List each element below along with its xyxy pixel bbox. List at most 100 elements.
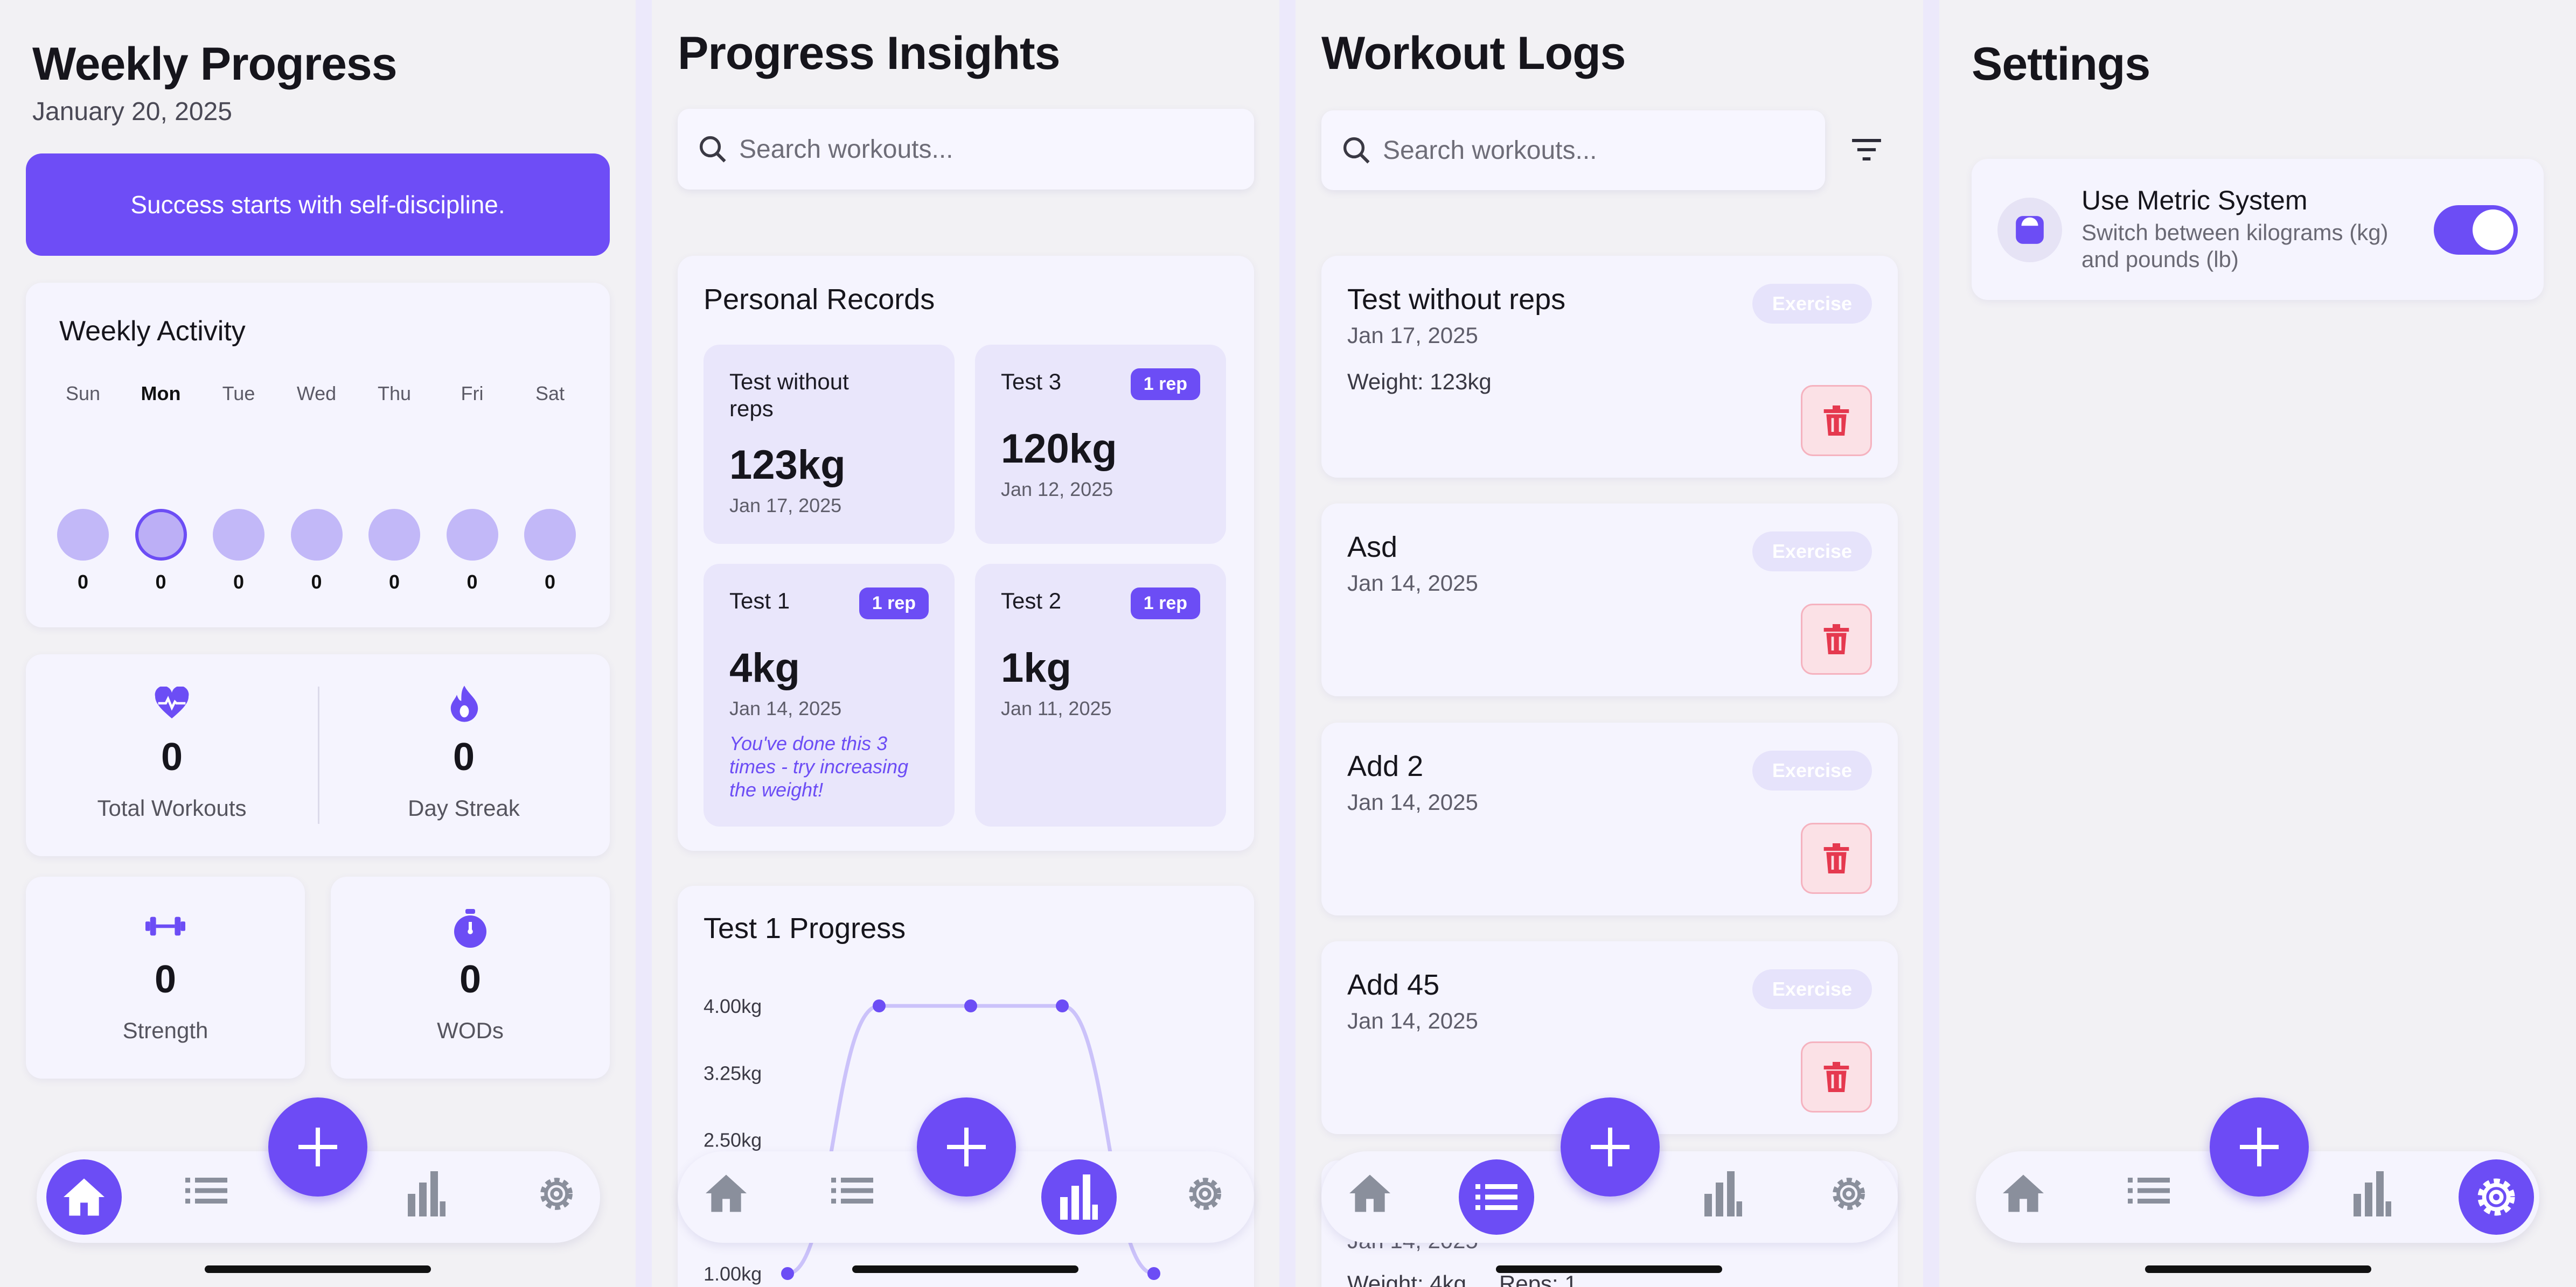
- data-point[interactable]: [873, 999, 886, 1012]
- record-card[interactable]: Test 2 1 rep 1kg Jan 11, 2025: [975, 564, 1226, 827]
- record-card[interactable]: Test 3 1 rep 120kg Jan 12, 2025: [975, 345, 1226, 544]
- record-card[interactable]: Test without reps 123kg Jan 17, 2025: [704, 345, 955, 544]
- delete-button[interactable]: [1801, 1041, 1872, 1113]
- day-count: 0: [467, 571, 478, 593]
- wods-label: WODs: [437, 1018, 504, 1043]
- trash-icon: [1823, 843, 1849, 873]
- reps-badge: 1 rep: [1130, 587, 1200, 619]
- workout-logs-screen: Workout Logs Search workouts... Test wit…: [1296, 0, 1923, 1287]
- add-workout-button[interactable]: [1561, 1097, 1660, 1197]
- wods-card: 0 WODs: [331, 877, 610, 1079]
- nav-list-button[interactable]: [185, 1176, 227, 1206]
- day-activity-dot[interactable]: [524, 509, 576, 561]
- search-placeholder: Search workouts...: [739, 135, 953, 164]
- home-icon: [2003, 1174, 2044, 1212]
- add-workout-button[interactable]: [268, 1097, 367, 1197]
- nav-home-button[interactable]: [1347, 1173, 1393, 1214]
- data-point[interactable]: [1147, 1267, 1160, 1280]
- gear-icon: [540, 1178, 573, 1210]
- metric-setting-label: Use Metric System: [2081, 185, 2308, 215]
- chart-icon: [2354, 1171, 2391, 1216]
- nav-settings-button[interactable]: [2459, 1159, 2534, 1235]
- nav-settings-button[interactable]: [1184, 1173, 1226, 1215]
- flame-icon: [450, 686, 478, 722]
- data-point[interactable]: [964, 999, 977, 1012]
- stats-card: 0 Total Workouts 0 Day Streak: [26, 654, 610, 856]
- chart-icon: [408, 1171, 445, 1216]
- log-date: Jan 14, 2025: [1347, 570, 1478, 596]
- home-indicator: [852, 1265, 1078, 1273]
- delete-button[interactable]: [1801, 604, 1872, 675]
- day-count: 0: [77, 571, 89, 593]
- exercise-badge: Exercise: [1752, 531, 1872, 571]
- y-tick-label: 2.50kg: [704, 1129, 762, 1151]
- search-input[interactable]: Search workouts...: [678, 109, 1254, 190]
- day-activity-dot[interactable]: [213, 509, 264, 561]
- personal-records-card: Personal Records Test without reps 123kg J…: [678, 256, 1254, 851]
- record-date: Jan 12, 2025: [1001, 478, 1113, 500]
- plus-icon: [1591, 1128, 1630, 1166]
- nav-chart-button[interactable]: [1041, 1159, 1117, 1235]
- home-icon: [706, 1174, 747, 1212]
- day-activity-dot[interactable]: [135, 509, 187, 561]
- nav-list-button[interactable]: [1459, 1159, 1534, 1235]
- data-point[interactable]: [781, 1267, 794, 1280]
- scale-icon-badge: [1997, 198, 2062, 262]
- metric-toggle[interactable]: [2434, 205, 2518, 255]
- record-name: Test without reps: [729, 369, 849, 422]
- data-point[interactable]: [1056, 999, 1069, 1012]
- dumbbell-icon: [145, 917, 185, 936]
- nav-chart-button[interactable]: [1704, 1171, 1743, 1216]
- nav-chart-button[interactable]: [2353, 1171, 2392, 1216]
- log-card[interactable]: Asd Jan 14, 2025 Exercise: [1321, 503, 1898, 696]
- delete-button[interactable]: [1801, 823, 1872, 894]
- wods-value: 0: [459, 958, 482, 1001]
- day-label: Fri: [461, 382, 484, 404]
- day-count: 0: [233, 571, 245, 593]
- add-workout-button[interactable]: [2210, 1097, 2309, 1197]
- nav-chart-button[interactable]: [407, 1171, 446, 1216]
- record-weight: 1kg: [1001, 645, 1071, 691]
- home-icon: [1349, 1174, 1390, 1212]
- log-card[interactable]: Test without reps Jan 17, 2025 Exercise Wei…: [1321, 256, 1898, 478]
- trash-icon: [1823, 624, 1849, 654]
- page-title: Progress Insights: [678, 27, 1060, 79]
- day-streak-label: Day Streak: [408, 795, 520, 821]
- day-streak-value: 0: [452, 736, 475, 779]
- day-activity-dot[interactable]: [290, 509, 343, 561]
- nav-list-button[interactable]: [831, 1176, 873, 1206]
- record-date: Jan 14, 2025: [729, 697, 842, 719]
- nav-settings-button[interactable]: [1828, 1173, 1870, 1215]
- y-tick-label: 4.00kg: [704, 995, 762, 1017]
- log-card[interactable]: Add 2 Jan 14, 2025 Exercise: [1321, 723, 1898, 915]
- day-label: Mon: [141, 382, 181, 404]
- delete-button[interactable]: [1801, 385, 1872, 456]
- nav-list-button[interactable]: [2128, 1176, 2170, 1206]
- exercise-badge: Exercise: [1752, 284, 1872, 324]
- nav-home-button[interactable]: [2001, 1173, 2046, 1214]
- metric-setting-card: Use Metric System Switch between kilogra…: [1972, 159, 2544, 300]
- day-activity-dot[interactable]: [368, 509, 420, 561]
- day-activity-dot[interactable]: [57, 509, 109, 561]
- nav-home-button[interactable]: [46, 1159, 122, 1235]
- filter-icon[interactable]: [1850, 138, 1883, 162]
- trash-icon: [1823, 405, 1849, 436]
- search-placeholder: Search workouts...: [1383, 136, 1597, 165]
- plus-icon: [947, 1128, 986, 1166]
- list-icon: [2128, 1178, 2170, 1204]
- nav-home-button[interactable]: [704, 1173, 749, 1214]
- add-workout-button[interactable]: [917, 1097, 1016, 1197]
- strength-card: 0 Strength: [26, 877, 305, 1079]
- record-date: Jan 17, 2025: [729, 494, 842, 516]
- total-workouts-label: Total Workouts: [97, 795, 247, 821]
- page-title: Workout Logs: [1321, 27, 1626, 79]
- nav-settings-button[interactable]: [535, 1173, 577, 1215]
- search-input[interactable]: Search workouts...: [1321, 110, 1825, 190]
- home-indicator: [2145, 1265, 2371, 1273]
- log-reps: Reps: 1: [1499, 1271, 1577, 1287]
- day-activity-dot[interactable]: [446, 509, 498, 561]
- weekly-progress-screen: Weekly Progress January 20, 2025 Success…: [0, 0, 636, 1287]
- record-name: Test 1: [729, 588, 790, 613]
- log-weight: Weight: 4kg: [1347, 1271, 1467, 1287]
- record-card[interactable]: Test 1 1 rep 4kg Jan 14, 2025 You've done th…: [704, 564, 955, 827]
